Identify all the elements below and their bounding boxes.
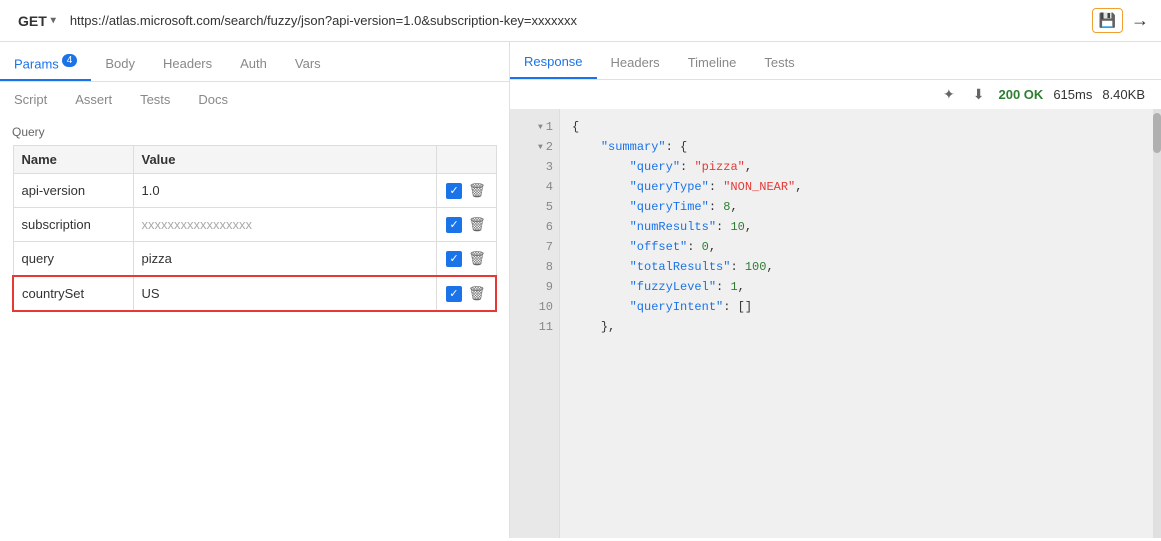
code-line: "fuzzyLevel": 1,: [572, 277, 1149, 297]
tab-vars[interactable]: Vars: [281, 50, 335, 79]
code-line: {: [572, 117, 1149, 137]
response-time: 615ms: [1053, 87, 1092, 102]
line-number: 8: [510, 257, 559, 277]
download-icon[interactable]: ⬇: [969, 84, 989, 105]
table-row: api-version 1.0 ✓ 🗑: [13, 174, 496, 208]
tab-assert[interactable]: Assert: [61, 88, 126, 111]
tab-script[interactable]: Script: [0, 88, 61, 111]
line-number: 11: [510, 317, 559, 337]
param-value[interactable]: pizza: [133, 242, 436, 277]
code-viewer: ▼1 ▼2 3 4 5 6 7 8 9 10 11 { "summary": {…: [510, 109, 1161, 538]
scrollbar-thumb[interactable]: [1153, 113, 1161, 153]
line-numbers: ▼1 ▼2 3 4 5 6 7 8 9 10 11: [510, 109, 560, 538]
param-value[interactable]: 1.0: [133, 174, 436, 208]
code-line: "totalResults": 100,: [572, 257, 1149, 277]
line-number: ▼2: [510, 137, 559, 157]
param-name: subscription: [13, 208, 133, 242]
code-line: },: [572, 317, 1149, 337]
tab-timeline[interactable]: Timeline: [674, 49, 751, 78]
left-panel: Params4 Body Headers Auth Vars Script As…: [0, 42, 510, 538]
param-delete-icon[interactable]: 🗑: [468, 250, 486, 267]
send-button[interactable]: →: [1131, 10, 1149, 31]
line-number: 7: [510, 237, 559, 257]
line-number: 4: [510, 177, 559, 197]
method-chevron-icon: ▾: [51, 15, 56, 26]
param-checkbox[interactable]: ✓: [446, 251, 462, 267]
tab-headers[interactable]: Headers: [149, 50, 226, 79]
param-actions: ✓ 🗑: [436, 276, 496, 311]
url-bar: GET ▾ 💾 →: [0, 0, 1161, 42]
right-tabs-row: Response Headers Timeline Tests: [510, 42, 1161, 80]
param-delete-icon[interactable]: 🗑: [468, 182, 486, 199]
col-header-action: [436, 146, 496, 174]
save-button[interactable]: 💾: [1092, 8, 1123, 33]
code-line: "numResults": 10,: [572, 217, 1149, 237]
param-actions: ✓ 🗑: [436, 174, 496, 208]
line-number: 9: [510, 277, 559, 297]
col-header-value: Value: [133, 146, 436, 174]
code-line: "offset": 0,: [572, 237, 1149, 257]
tab-auth[interactable]: Auth: [226, 50, 281, 79]
url-input[interactable]: [70, 13, 1084, 28]
response-size: 8.40KB: [1102, 87, 1145, 102]
table-row: subscription xxxxxxxxxxxxxxxxx ✓ 🗑: [13, 208, 496, 242]
method-selector[interactable]: GET ▾: [12, 9, 62, 33]
tab-docs[interactable]: Docs: [184, 88, 242, 111]
param-checkbox[interactable]: ✓: [446, 286, 462, 302]
tab-tests[interactable]: Tests: [126, 88, 184, 111]
tab-response[interactable]: Response: [510, 48, 597, 79]
param-value[interactable]: xxxxxxxxxxxxxxxxx: [133, 208, 436, 242]
code-line: "queryIntent": []: [572, 297, 1149, 317]
left-tabs-row2: Script Assert Tests Docs: [0, 82, 509, 117]
tab-tests-response[interactable]: Tests: [750, 49, 808, 78]
param-delete-icon[interactable]: 🗑: [468, 216, 486, 233]
line-number: 10: [510, 297, 559, 317]
line-number: 6: [510, 217, 559, 237]
table-row: query pizza ✓ 🗑: [13, 242, 496, 277]
param-actions: ✓ 🗑: [436, 208, 496, 242]
query-section: Query Name Value api-version 1.0: [0, 117, 509, 538]
code-line: "queryType": "NON_NEAR",: [572, 177, 1149, 197]
param-actions: ✓ 🗑: [436, 242, 496, 277]
status-badge: 200 OK: [999, 87, 1044, 102]
magic-wand-icon[interactable]: ✦: [939, 84, 959, 105]
params-table: Name Value api-version 1.0 ✓ 🗑: [12, 145, 497, 312]
param-checkbox[interactable]: ✓: [446, 217, 462, 233]
table-row: countrySet US ✓ 🗑: [13, 276, 496, 311]
param-name: api-version: [13, 174, 133, 208]
code-content: { "summary": { "query": "pizza", "queryT…: [560, 109, 1161, 538]
col-header-name: Name: [13, 146, 133, 174]
method-label: GET: [18, 13, 47, 29]
line-number: ▼1: [510, 117, 559, 137]
tab-headers-response[interactable]: Headers: [597, 49, 674, 78]
response-status-row: ✦ ⬇ 200 OK 615ms 8.40KB: [510, 80, 1161, 109]
tab-body[interactable]: Body: [91, 50, 149, 79]
tab-params[interactable]: Params4: [0, 48, 91, 81]
line-number: 3: [510, 157, 559, 177]
collapse-arrow-icon[interactable]: ▼: [538, 123, 543, 132]
param-name: query: [13, 242, 133, 277]
collapse-arrow-icon[interactable]: ▼: [538, 143, 543, 152]
code-line: "query": "pizza",: [572, 157, 1149, 177]
param-value[interactable]: US: [133, 276, 436, 311]
main-layout: Params4 Body Headers Auth Vars Script As…: [0, 42, 1161, 538]
left-tabs-row1: Params4 Body Headers Auth Vars: [0, 42, 509, 82]
right-panel: Response Headers Timeline Tests ✦ ⬇ 200 …: [510, 42, 1161, 538]
query-label: Query: [12, 125, 497, 139]
param-name: countrySet: [13, 276, 133, 311]
url-bar-actions: 💾 →: [1092, 8, 1149, 33]
scrollbar-track[interactable]: [1153, 109, 1161, 538]
line-number: 5: [510, 197, 559, 217]
param-delete-icon[interactable]: 🗑: [468, 285, 486, 302]
code-line: "summary": {: [572, 137, 1149, 157]
param-checkbox[interactable]: ✓: [446, 183, 462, 199]
code-line: "queryTime": 8,: [572, 197, 1149, 217]
